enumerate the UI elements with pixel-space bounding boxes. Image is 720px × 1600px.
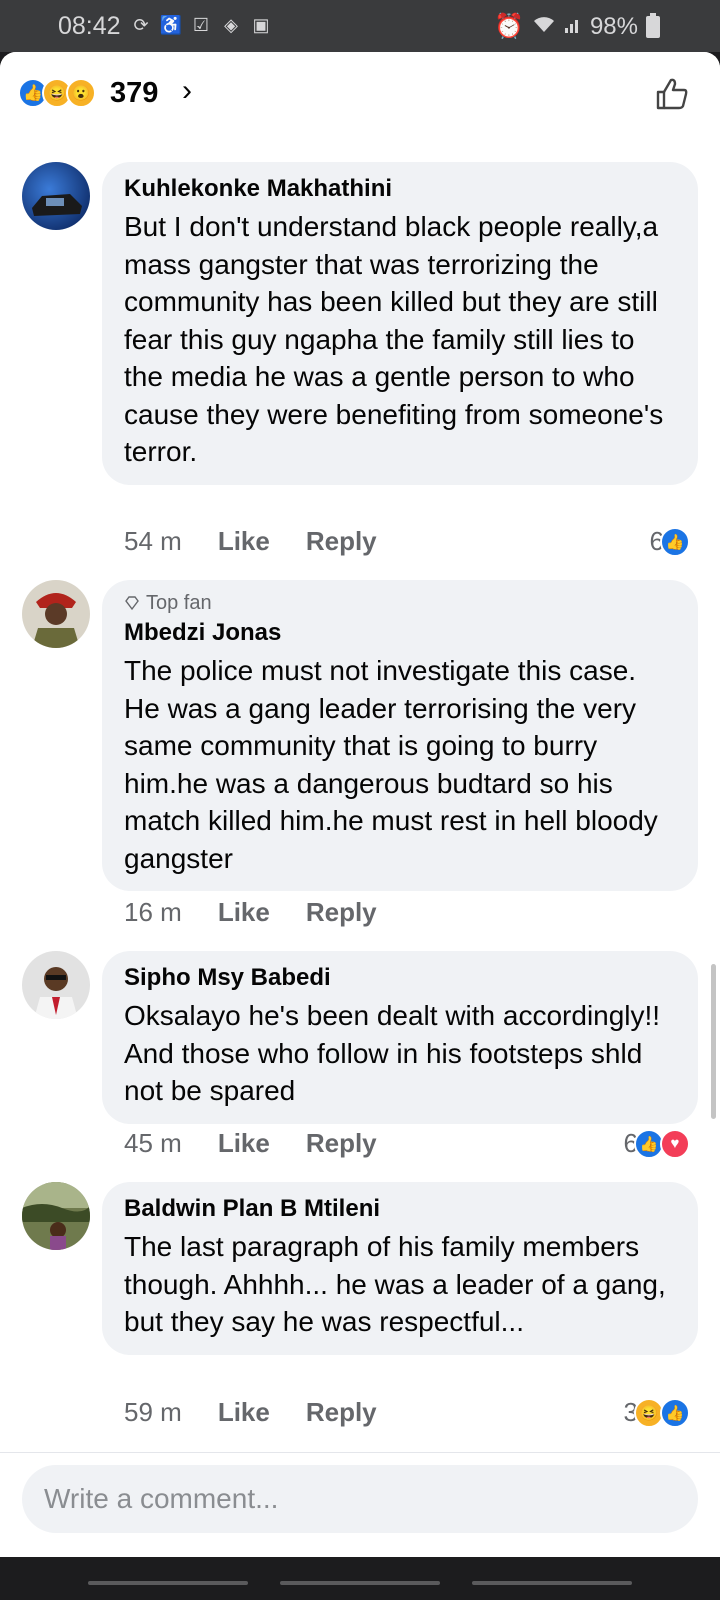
comment-time[interactable]: 16 m (124, 897, 182, 928)
status-right: ⏰ 98% (494, 12, 660, 41)
comment-bubble[interactable]: Kuhlekonke Makhathini But I don't unders… (102, 162, 698, 485)
like-button[interactable]: Like (218, 897, 270, 928)
comment-actions: 16 m Like Reply (124, 897, 377, 928)
comment-list[interactable]: Kuhlekonke Makhathini But I don't unders… (0, 52, 720, 1557)
nav-back-handle[interactable] (472, 1581, 632, 1585)
comment-actions: 45 m Like Reply (124, 1128, 377, 1159)
reaction-summary[interactable]: 6 👍 ♥ (624, 1128, 690, 1159)
comment-text: The last paragraph of his family members… (124, 1231, 666, 1337)
code-icon: ◈ (224, 14, 238, 35)
comment-actions: 54 m Like Reply (124, 526, 377, 557)
comment-text: The police must not investigate this cas… (124, 655, 658, 874)
like-button[interactable]: Like (218, 1128, 270, 1159)
avatar[interactable] (22, 580, 90, 648)
comment-actions: 59 m Like Reply (124, 1397, 377, 1428)
like-button[interactable]: Like (218, 526, 270, 557)
comment-bubble[interactable]: Baldwin Plan B Mtileni The last paragrap… (102, 1182, 698, 1355)
accessibility-icon: ♿ (159, 14, 183, 35)
nav-home-handle[interactable] (280, 1581, 440, 1585)
avatar[interactable] (22, 1182, 90, 1250)
signal-icon (564, 13, 582, 41)
commenter-name[interactable]: Kuhlekonke Makhathini (124, 174, 676, 204)
commenter-name[interactable]: Sipho Msy Babedi (124, 963, 676, 993)
avatar[interactable] (22, 162, 90, 230)
reply-button[interactable]: Reply (306, 1128, 377, 1159)
love-reaction-icon: ♥ (660, 1128, 690, 1159)
wow-reaction-icon: 😮 (66, 78, 96, 108)
scrollbar[interactable] (711, 964, 716, 1119)
alarm-icon: ⏰ (494, 13, 524, 40)
battery-percent: 98% (589, 12, 638, 40)
top-fan-label: Top fan (146, 592, 212, 614)
reactions-header: 👍 😆 😮 379 › (0, 52, 720, 132)
comment-input[interactable] (22, 1465, 698, 1533)
comment-time[interactable]: 54 m (124, 526, 182, 557)
comment-text: But I don't understand black people real… (124, 211, 664, 467)
comment-text: Oksalayo he's been dealt with accordingl… (124, 1000, 661, 1106)
battery-icon (646, 12, 660, 38)
status-time: 08:42 (58, 12, 121, 40)
avatar[interactable] (22, 951, 90, 1019)
comment-time[interactable]: 59 m (124, 1397, 182, 1428)
diamond-icon (125, 596, 139, 611)
reply-button[interactable]: Reply (306, 897, 377, 928)
reply-button[interactable]: Reply (306, 526, 377, 557)
comments-sheet: Kuhlekonke Makhathini But I don't unders… (0, 52, 720, 1557)
commenter-name[interactable]: Mbedzi Jonas (124, 618, 676, 648)
commenter-name[interactable]: Baldwin Plan B Mtileni (124, 1194, 676, 1224)
system-nav-bar (0, 1557, 720, 1600)
sync-icon: ⟳ (133, 14, 149, 35)
comment-bubble[interactable]: Top fan Mbedzi Jonas The police must not… (102, 580, 698, 891)
reply-button[interactable]: Reply (306, 1397, 377, 1428)
like-button[interactable]: Like (218, 1397, 270, 1428)
like-reaction-icon: 👍 (660, 526, 690, 557)
reaction-summary[interactable]: 3 😆 👍 (624, 1397, 690, 1428)
like-thumb-icon[interactable] (654, 76, 690, 112)
comment-bubble[interactable]: Sipho Msy Babedi Oksalayo he's been deal… (102, 951, 698, 1124)
status-icons: ⟳ ♿ ☑ ◈ ▣ (130, 14, 272, 36)
chevron-right-icon[interactable]: › (182, 74, 192, 108)
like-reaction-icon: 👍 (660, 1397, 690, 1428)
nav-recents-handle[interactable] (88, 1581, 248, 1585)
reaction-icons[interactable]: 👍 😆 😮 (18, 78, 96, 108)
top-fan-badge: Top fan (124, 592, 676, 614)
reaction-summary[interactable]: 6 👍 (650, 526, 690, 557)
checkbox-icon: ☑ (192, 14, 210, 35)
wifi-icon (532, 13, 556, 41)
comment-time[interactable]: 45 m (124, 1128, 182, 1159)
image-icon: ▣ (252, 14, 270, 35)
status-bar: 08:42 ⟳ ♿ ☑ ◈ ▣ ⏰ 98% (0, 0, 720, 52)
comment-composer (0, 1452, 720, 1557)
reaction-total[interactable]: 379 (110, 77, 158, 110)
